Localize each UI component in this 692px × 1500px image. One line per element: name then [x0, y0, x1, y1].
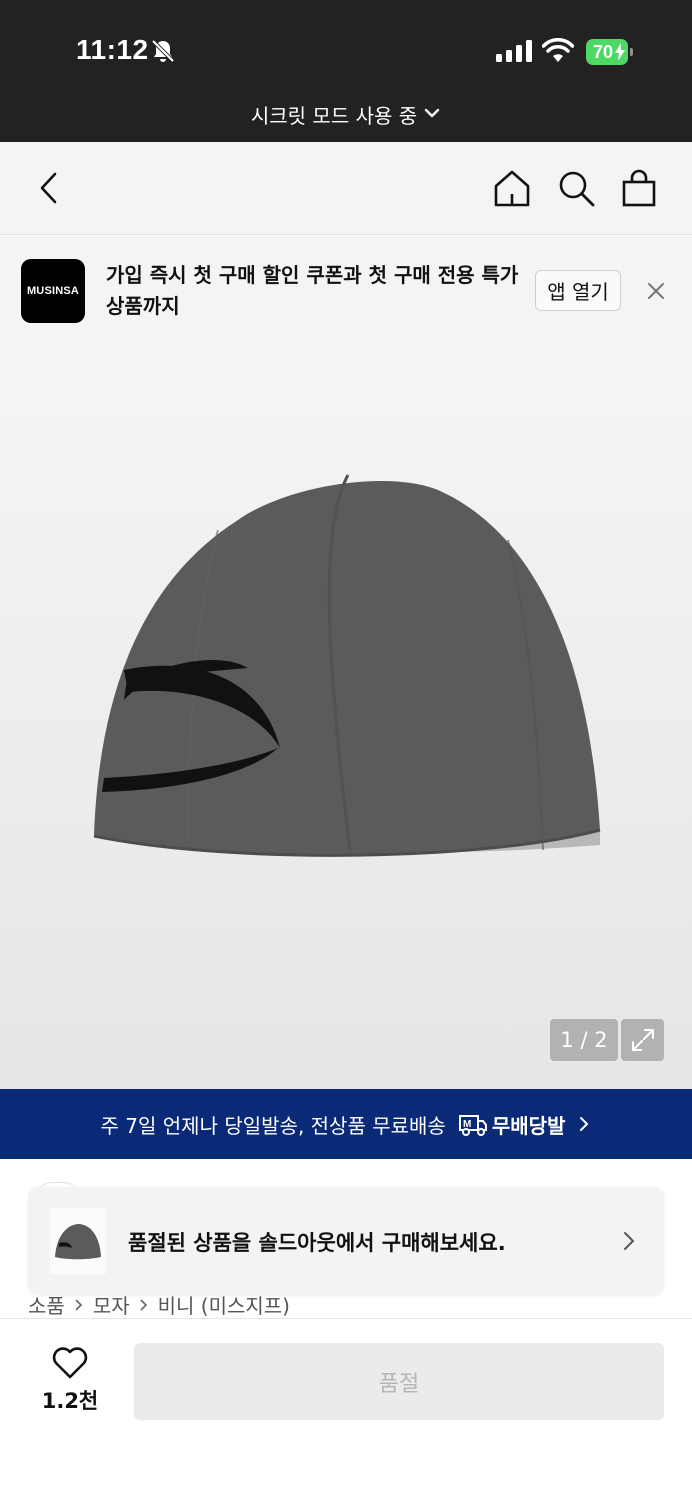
soldout-notice-card[interactable]: 품절된 상품을 솔드아웃에서 구매해보세요. — [28, 1187, 664, 1295]
delivery-badge-label: 무배당발 — [491, 1113, 566, 1138]
product-thumbnail — [50, 1208, 106, 1274]
delivery-truck-icon: M — [458, 1115, 487, 1136]
beanie-thumbnail-image — [55, 1224, 101, 1260]
promo-text: 가입 즉시 첫 구매 할인 쿠폰과 첫 구매 전용 특가 상품까지 — [106, 263, 519, 318]
chevron-right-icon — [580, 1117, 589, 1131]
status-bar: 11:12 70 — [0, 0, 692, 100]
image-pager: 1 / 2 — [550, 1019, 618, 1061]
chevron-right-icon — [75, 1298, 82, 1311]
bottom-action-bar: 1.2천 품절 — [0, 1318, 692, 1500]
chevron-down-icon — [424, 108, 440, 118]
search-icon[interactable] — [556, 168, 596, 208]
svg-text:M: M — [463, 1119, 471, 1130]
delivery-badge: M 무배당발 — [458, 1110, 566, 1139]
shipping-text: 주 7일 언제나 당일발송, 전상품 무료배송 — [100, 1113, 446, 1138]
soldout-notice-text: 품절된 상품을 솔드아웃에서 구매해보세요. — [128, 1231, 506, 1255]
open-app-button[interactable]: 앱 열기 — [535, 270, 621, 311]
soldout-purchase-button[interactable]: 품절 — [134, 1343, 664, 1420]
free-shipping-banner[interactable]: 주 7일 언제나 당일발송, 전상품 무료배송 M 무배당발 — [0, 1089, 692, 1159]
battery-indicator: 70 — [586, 39, 634, 65]
close-icon[interactable] — [644, 279, 668, 303]
charging-bolt-icon — [615, 43, 625, 61]
bell-off-icon — [151, 39, 175, 63]
like-button[interactable]: 1.2천 — [40, 1347, 100, 1415]
chevron-right-icon — [140, 1298, 147, 1311]
incognito-label: 시크릿 모드 사용 중 — [250, 104, 418, 128]
product-image-gallery[interactable]: 1 / 2 — [0, 336, 692, 1089]
like-count: 1.2천 — [41, 1389, 99, 1413]
app-promo-banner: MUSINSA 가입 즉시 첫 구매 할인 쿠폰과 첫 구매 전용 특가 상품까… — [0, 236, 692, 336]
home-icon[interactable] — [492, 168, 532, 208]
musinsa-logo: MUSINSA — [21, 259, 85, 323]
expand-icon — [631, 1029, 654, 1051]
battery-level: 70 — [592, 41, 614, 62]
beanie-product-image — [93, 474, 601, 857]
chevron-right-icon — [624, 1232, 635, 1250]
top-navigation — [0, 142, 692, 235]
cellular-signal-icon — [496, 40, 532, 62]
status-time: 11:12 — [76, 34, 149, 65]
expand-button[interactable] — [621, 1019, 664, 1061]
back-icon[interactable] — [30, 168, 70, 208]
incognito-mode-toggle[interactable]: 시크릿 모드 사용 중 — [0, 100, 692, 142]
bag-icon[interactable] — [619, 168, 659, 208]
wifi-icon — [542, 38, 574, 62]
heart-icon — [52, 1347, 88, 1379]
